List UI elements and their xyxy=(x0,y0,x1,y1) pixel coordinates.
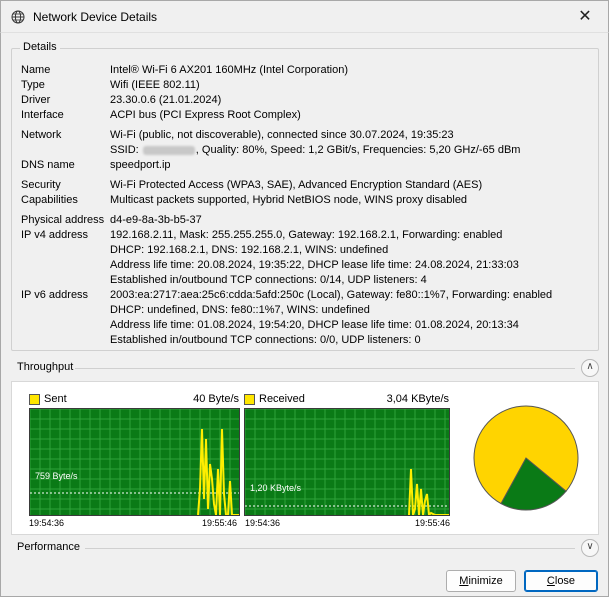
title-bar: Network Device Details ✕ xyxy=(0,0,609,32)
sent-average-label: 759 Byte/s xyxy=(35,471,78,481)
detail-value-network: Wi-Fi (public, not discoverable), connec… xyxy=(110,129,454,141)
ssid-suffix: , Quality: 80%, Speed: 1,2 GBit/s, Frequ… xyxy=(195,144,521,156)
detail-value-ipv4-lifetime: Address life time: 20.08.2024, 19:35:22,… xyxy=(110,259,519,271)
received-time-start: 19:54:36 xyxy=(245,518,281,528)
detail-value-driver: 23.30.0.6 (21.01.2024) xyxy=(110,94,222,106)
detail-value-capabilities: Multicast packets supported, Hybrid NetB… xyxy=(110,194,468,206)
throughput-divider xyxy=(75,368,575,369)
detail-value-ipv6: 2003:ea:2717:aea:25c6:cdda:5afd:250c (Lo… xyxy=(110,289,553,301)
detail-label-interface: Interface xyxy=(21,109,64,121)
ssid-prefix: SSID: xyxy=(110,144,139,156)
detail-value-ipv4-dhcp: DHCP: 192.168.2.1, DNS: 192.168.2.1, WIN… xyxy=(110,244,389,256)
received-legend-label: Received xyxy=(259,393,305,405)
detail-value-ipv6-tcp: Established in/outbound TCP connections:… xyxy=(110,334,421,346)
sent-graph-header: Sent 40 Byte/s xyxy=(29,393,239,407)
detail-value-ipv6-dhcp: DHCP: undefined, DNS: fe80::1%7, WINS: u… xyxy=(110,304,370,316)
received-graph-plot xyxy=(244,408,449,518)
detail-label-type: Type xyxy=(21,79,45,91)
detail-value-type: Wifi (IEEE 802.11) xyxy=(110,79,200,91)
detail-value-ssid: SSID: , Quality: 80%, Speed: 1,2 GBit/s,… xyxy=(110,143,520,157)
close-accelerator: C xyxy=(546,575,555,587)
sent-time-start: 19:54:36 xyxy=(29,518,65,528)
throughput-header: Throughput ∧ xyxy=(11,359,601,379)
sent-trace xyxy=(197,428,239,516)
sent-time-end: 19:55:46 xyxy=(202,518,238,528)
detail-label-ipv4: IP v4 address xyxy=(21,229,89,241)
received-legend-swatch xyxy=(244,394,255,405)
received-graph-header: Received 3,04 KByte/s xyxy=(244,393,449,407)
throughput-label: Throughput xyxy=(17,361,74,373)
received-time-end: 19:55:46 xyxy=(415,518,451,528)
throughput-panel: Sent 40 Byte/s 759 Byte/s 19:54:36 19:55… xyxy=(11,381,599,535)
received-rate: 3,04 KByte/s xyxy=(386,393,449,405)
close-label-rest: lose xyxy=(554,575,576,587)
performance-expand-button[interactable]: ∨ xyxy=(581,539,599,557)
close-button[interactable]: Close xyxy=(524,570,598,592)
detail-label-physical-address: Physical address xyxy=(21,214,105,226)
detail-value-dns-name: speedport.ip xyxy=(110,159,171,171)
ssid-redacted xyxy=(142,145,195,155)
detail-value-name: Intel® Wi-Fi 6 AX201 160MHz (Intel Corpo… xyxy=(110,64,348,76)
sent-graph: 759 Byte/s xyxy=(29,408,240,516)
sent-rate: 40 Byte/s xyxy=(193,393,239,405)
details-group: Details Name Intel® Wi-Fi 6 AX201 160MHz… xyxy=(11,41,599,351)
detail-value-physical-address: d4-e9-8a-3b-b5-37 xyxy=(110,214,202,226)
detail-label-security: Security xyxy=(21,179,61,191)
detail-label-capabilities: Capabilities xyxy=(21,194,78,206)
performance-header: Performance ∨ xyxy=(11,539,601,559)
received-graph: 1,20 KByte/s xyxy=(244,408,450,518)
detail-label-name: Name xyxy=(21,64,51,76)
received-average-label: 1,20 KByte/s xyxy=(250,483,302,493)
sent-legend-swatch xyxy=(29,394,40,405)
throughput-collapse-button[interactable]: ∧ xyxy=(581,359,599,377)
sent-graph-plot xyxy=(29,408,239,516)
throughput-pie-chart xyxy=(473,405,579,511)
detail-value-security: Wi-Fi Protected Access (WPA3, SAE), Adva… xyxy=(110,179,483,191)
detail-label-ipv6: IP v6 address xyxy=(21,289,89,301)
details-group-label: Details xyxy=(20,41,60,53)
detail-value-ipv6-lifetime: Address life time: 01.08.2024, 19:54:20,… xyxy=(110,319,519,331)
window-close-button[interactable]: ✕ xyxy=(562,1,608,33)
detail-value-ipv4: 192.168.2.11, Mask: 255.255.255.0, Gatew… xyxy=(110,229,503,241)
globe-icon xyxy=(11,10,25,24)
performance-label: Performance xyxy=(17,541,80,553)
detail-value-ipv4-tcp: Established in/outbound TCP connections:… xyxy=(110,274,427,286)
minimize-button[interactable]: Minimize xyxy=(446,570,516,592)
window-body: Details Name Intel® Wi-Fi 6 AX201 160MHz… xyxy=(0,32,609,597)
detail-label-driver: Driver xyxy=(21,94,51,106)
window-title: Network Device Details xyxy=(33,10,158,24)
sent-legend-label: Sent xyxy=(44,393,67,405)
performance-divider xyxy=(85,548,575,549)
detail-label-dns-name: DNS name xyxy=(21,159,75,171)
detail-value-interface: ACPI bus (PCI Express Root Complex) xyxy=(110,109,301,121)
detail-label-network: Network xyxy=(21,129,62,141)
minimize-label-rest: inimize xyxy=(468,575,503,587)
